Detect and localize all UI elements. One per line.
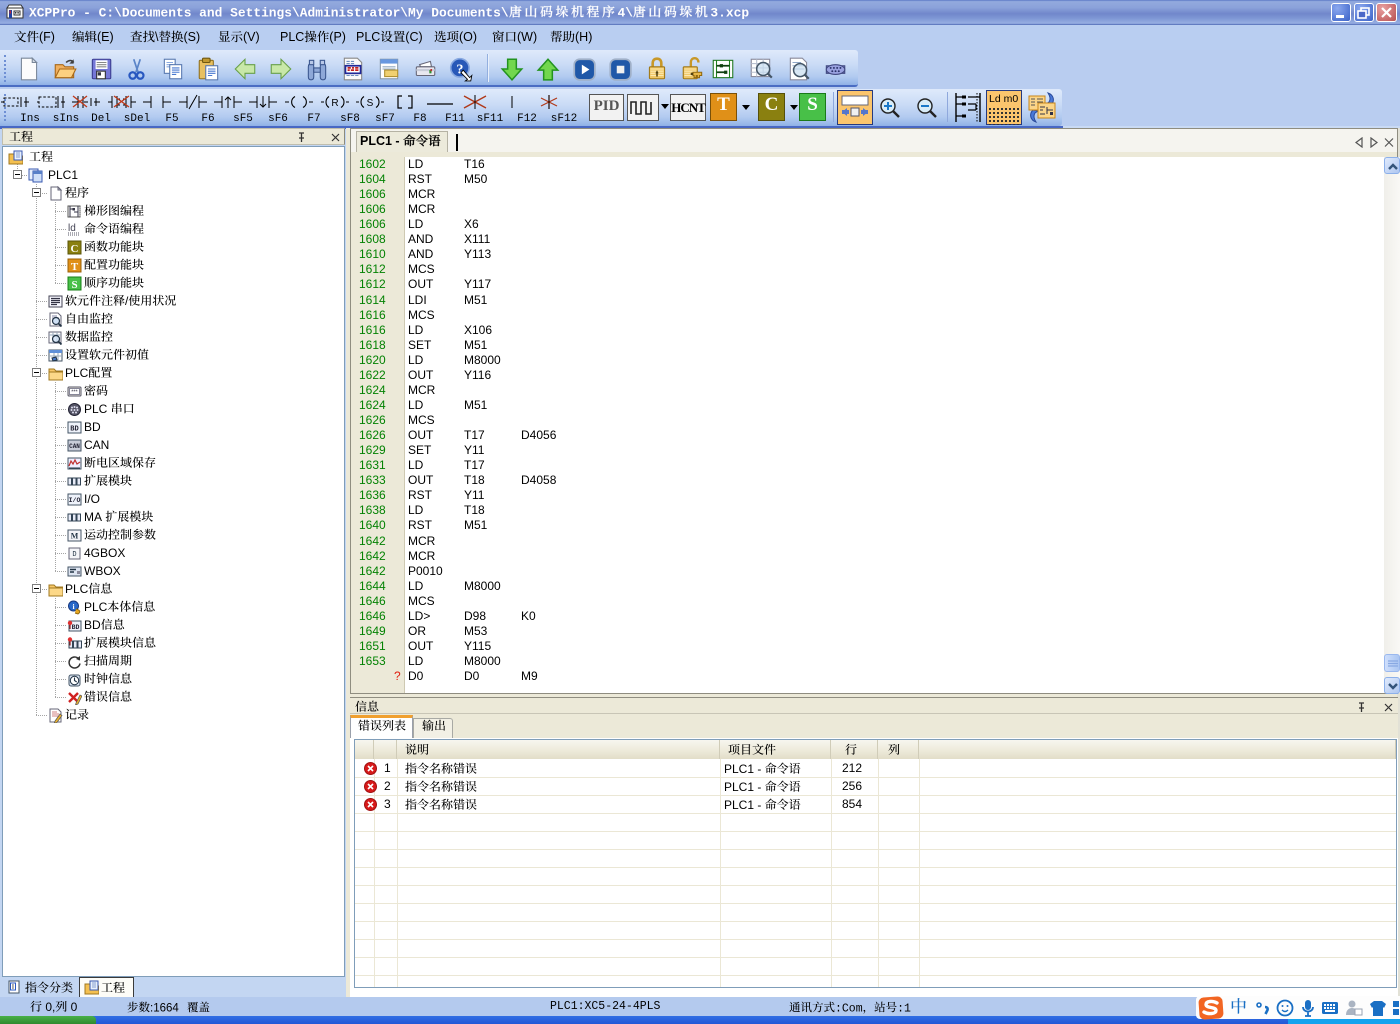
svg-text:\: \: [155, 30, 159, 44]
svg-text:PLC: PLC: [65, 582, 89, 596]
svg-text:BD: BD: [70, 426, 78, 434]
svg-text:?: ?: [456, 61, 463, 77]
svg-text::1: :1: [897, 1002, 911, 1015]
svg-text:I/O: I/O: [69, 497, 81, 504]
svg-text:PLC: PLC: [356, 30, 380, 44]
svg-text:C: C: [71, 243, 79, 255]
svg-text:XCPPro - C:\Documents and Sett: XCPPro - C:\Documents and Settings\Admin…: [29, 5, 509, 20]
svg-text:MA: MA: [84, 510, 105, 524]
svg-text:PLC1 -: PLC1 -: [724, 798, 765, 812]
svg-text:CAN: CAN: [69, 443, 80, 450]
svg-text:T: T: [71, 261, 79, 273]
svg-text::Com: :Com: [835, 1002, 863, 1015]
svg-text:(P): (P): [329, 30, 346, 44]
svg-text:i: i: [72, 602, 74, 611]
svg-text:PLC1 -: PLC1 -: [360, 134, 403, 148]
svg-text:(C): (C): [405, 30, 422, 44]
svg-text:(O): (O): [459, 30, 477, 44]
svg-text:(V): (V): [243, 30, 260, 44]
svg-text:M: M: [71, 532, 79, 541]
svg-text:(W): (W): [517, 30, 537, 44]
svg-text:S: S: [367, 98, 374, 109]
svg-text:PLC: PLC: [280, 30, 304, 44]
svg-text:PLC1 -: PLC1 -: [724, 762, 765, 776]
svg-text:D: D: [72, 551, 76, 559]
svg-text:S: S: [71, 279, 77, 291]
svg-text:***: ***: [71, 390, 78, 396]
svg-text:ld: ld: [68, 223, 76, 234]
svg-text:0,: 0,: [42, 1000, 55, 1014]
svg-text:PLC: PLC: [65, 366, 89, 380]
svg-text:BD: BD: [72, 624, 80, 631]
svg-text:(F): (F): [39, 30, 55, 44]
svg-text:3.xcp: 3.xcp: [710, 5, 749, 20]
svg-text:PLC: PLC: [84, 600, 108, 614]
svg-text:/: /: [125, 294, 129, 308]
svg-text:(S): (S): [184, 30, 201, 44]
svg-text:I: I: [12, 984, 14, 991]
svg-text:(H): (H): [575, 30, 592, 44]
svg-text:0: 0: [67, 1000, 77, 1014]
svg-text:(E): (E): [97, 30, 114, 44]
svg-text:PLC1 -: PLC1 -: [724, 780, 765, 794]
svg-text:BD: BD: [84, 618, 101, 632]
svg-text:4\: 4\: [618, 5, 634, 20]
svg-text:R: R: [331, 98, 338, 109]
svg-text::1664: :1664: [150, 1002, 179, 1014]
svg-text:PLC: PLC: [84, 402, 111, 416]
